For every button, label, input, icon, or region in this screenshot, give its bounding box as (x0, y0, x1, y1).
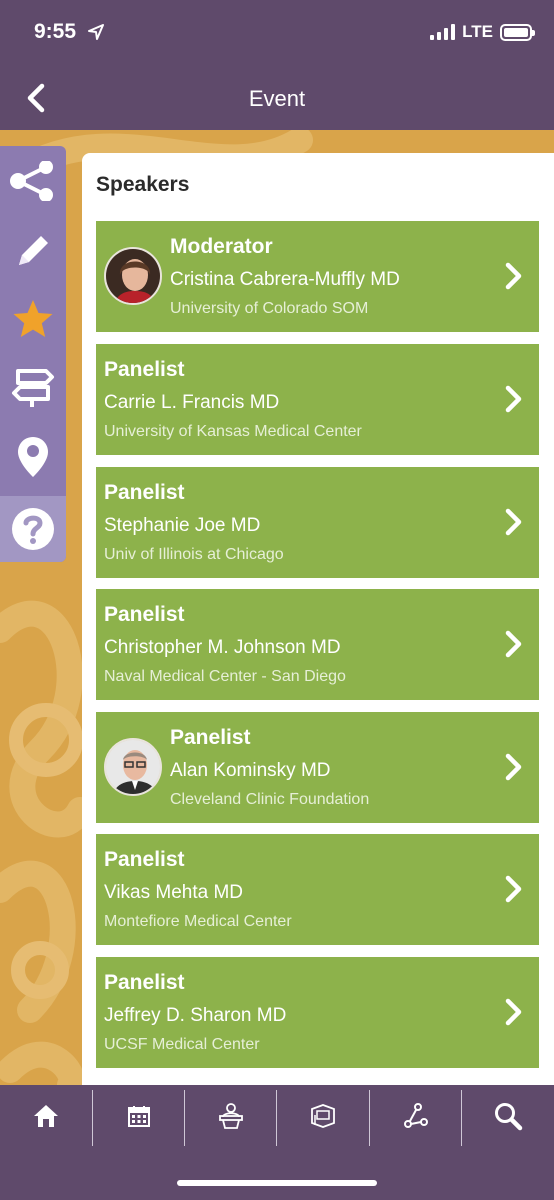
speaker-role: Moderator (170, 235, 273, 258)
tab-schedule[interactable] (93, 1085, 185, 1147)
chevron-right-icon (505, 630, 522, 658)
tab-exhibitors[interactable] (277, 1085, 369, 1147)
speaker-card[interactable]: Panelist Jeffrey D. Sharon MD UCSF Medic… (96, 957, 539, 1068)
speakers-panel: Speakers Moderator Cristina Cabrera-Muff… (82, 153, 554, 1085)
speaker-organization: Montefiore Medical Center (104, 913, 292, 930)
tab-speakers[interactable] (185, 1085, 277, 1147)
top-bar: 9:55 LTE Event (0, 0, 554, 130)
speaker-role: Panelist (104, 358, 185, 381)
speaker-name: Christopher M. Johnson MD (104, 637, 341, 658)
speaker-name: Carrie L. Francis MD (104, 392, 280, 413)
tab-home[interactable] (0, 1085, 92, 1147)
help-icon (12, 508, 54, 550)
speaker-name: Vikas Mehta MD (104, 882, 244, 903)
speaker-card[interactable]: Panelist Vikas Mehta MD Montefiore Medic… (96, 834, 539, 945)
location-pin-icon (18, 437, 48, 477)
battery-icon (500, 23, 535, 41)
rail-item-location[interactable] (0, 424, 66, 490)
rail-item-notes[interactable] (0, 218, 66, 284)
speaker-name: Stephanie Joe MD (104, 515, 261, 536)
chevron-right-icon (505, 875, 522, 903)
speaker-role: Panelist (104, 481, 185, 504)
signpost-icon (12, 369, 54, 407)
status-time: 9:55 (34, 20, 77, 43)
status-indicators: LTE (430, 22, 535, 42)
speaker-card[interactable]: Panelist Christopher M. Johnson MD Naval… (96, 589, 539, 700)
speaker-card[interactable]: Moderator Cristina Cabrera-Muffly MD Uni… (96, 221, 539, 332)
speaker-organization: Univ of Illinois at Chicago (104, 546, 284, 563)
speaker-name: Jeffrey D. Sharon MD (104, 1005, 287, 1026)
avatar (104, 247, 162, 305)
speaker-role: Panelist (104, 848, 185, 871)
speaker-organization: University of Colorado SOM (170, 300, 369, 317)
star-icon (13, 300, 53, 337)
speaker-organization: Cleveland Clinic Foundation (170, 791, 370, 808)
speaker-card[interactable]: Panelist Stephanie Joe MD Univ of Illino… (96, 467, 539, 578)
podium-icon (219, 1103, 243, 1129)
speaker-card[interactable]: Panelist Alan Kominsky MD Cleveland Clin… (96, 712, 539, 823)
chevron-right-icon (505, 753, 522, 781)
speaker-organization: Naval Medical Center - San Diego (104, 668, 346, 685)
rail-item-directions[interactable] (0, 354, 66, 420)
speaker-card[interactable]: Panelist Carrie L. Francis MD University… (96, 344, 539, 455)
tool-rail (0, 146, 66, 562)
chevron-right-icon (505, 262, 522, 290)
speaker-organization: University of Kansas Medical Center (104, 423, 362, 440)
home-icon (34, 1105, 58, 1127)
search-icon (495, 1103, 523, 1131)
network-label: LTE (462, 22, 493, 41)
tab-connections[interactable] (370, 1085, 462, 1147)
page-title: Event (248, 86, 306, 111)
tab-search[interactable] (462, 1085, 554, 1147)
speaker-role: Panelist (104, 603, 185, 626)
avatar (104, 738, 162, 796)
pencil-icon (19, 236, 48, 265)
network-icon (404, 1103, 428, 1128)
home-indicator[interactable] (177, 1180, 377, 1186)
section-title: Speakers (96, 173, 190, 196)
speaker-role: Panelist (170, 726, 251, 749)
speaker-name: Cristina Cabrera-Muffly MD (170, 269, 400, 290)
share-icon (10, 161, 53, 201)
speaker-organization: UCSF Medical Center (104, 1036, 260, 1053)
speaker-name: Alan Kominsky MD (170, 760, 331, 781)
rail-item-favorite[interactable] (0, 286, 66, 352)
exhibit-booth-icon (311, 1104, 335, 1128)
chevron-right-icon (505, 385, 522, 413)
chevron-right-icon (505, 508, 522, 536)
speaker-role: Panelist (104, 971, 185, 994)
calendar-icon (128, 1106, 150, 1127)
rail-item-share[interactable] (0, 148, 66, 214)
chevron-right-icon (505, 998, 522, 1026)
rail-item-help[interactable] (0, 496, 66, 562)
location-arrow-icon (88, 24, 104, 40)
signal-icon (430, 24, 456, 40)
